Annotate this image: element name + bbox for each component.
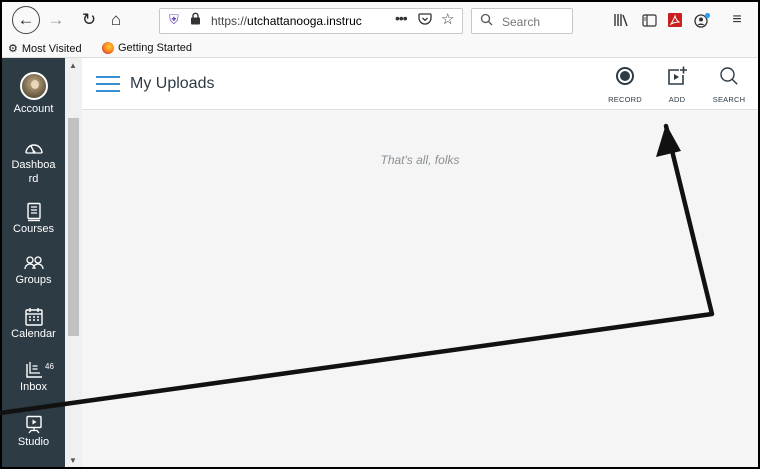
- nav-account[interactable]: Account: [2, 72, 65, 116]
- dashboard-icon: [24, 144, 43, 154]
- inbox-icon: [25, 362, 42, 378]
- bookmark-label: Most Visited: [21, 42, 82, 55]
- nav-studio[interactable]: Studio: [2, 415, 65, 449]
- browser-window: ← → ↻ ⌂ ⛨ https://utchattanooga.instruc …: [2, 2, 758, 467]
- lock-icon[interactable]: [190, 12, 201, 28]
- url-bar[interactable]: ⛨ https://utchattanooga.instruc ••• ☆: [159, 8, 463, 34]
- reload-icon[interactable]: ↻: [76, 7, 102, 33]
- page-title: My Uploads: [130, 75, 215, 92]
- nav-calendar[interactable]: Calendar: [2, 307, 65, 341]
- browser-toolbar: ← → ↻ ⌂ ⛨ https://utchattanooga.instruc …: [2, 2, 758, 40]
- scroll-down-icon[interactable]: ▼: [69, 456, 77, 465]
- library-icon[interactable]: [611, 10, 631, 30]
- inbox-count-badge: 46: [45, 362, 54, 371]
- shield-icon[interactable]: ⛨: [169, 12, 179, 28]
- studio-icon: [25, 415, 42, 434]
- record-button[interactable]: RECORD: [603, 66, 647, 104]
- hamburger-icon[interactable]: [96, 76, 120, 94]
- bookmark-getting-started[interactable]: Getting Started: [102, 42, 192, 54]
- groups-icon: [23, 256, 44, 270]
- back-arrow-icon[interactable]: ←: [12, 6, 40, 34]
- pocket-icon[interactable]: [418, 12, 432, 29]
- nav-scrollbar[interactable]: ▲ ▼: [65, 58, 82, 467]
- bookmark-most-visited[interactable]: ⚙ Most Visited: [8, 42, 82, 56]
- avatar: [19, 72, 48, 100]
- search-label: SEARCH: [712, 95, 746, 104]
- nav-courses[interactable]: Courses: [2, 202, 65, 236]
- ellipsis-icon[interactable]: •••: [395, 10, 408, 26]
- search-bar[interactable]: Search: [471, 8, 573, 34]
- record-label: RECORD: [608, 95, 642, 104]
- nav-label-account: Account: [13, 103, 54, 115]
- url-domain: utchattanooga.instruc: [247, 14, 362, 28]
- uploads-list: That's all, folks: [82, 111, 758, 467]
- bookmark-label: Getting Started: [118, 42, 192, 54]
- nav-dashboard[interactable]: Dashboa rd: [2, 138, 65, 186]
- url-text[interactable]: https://utchattanooga.instruc: [211, 14, 369, 28]
- nav-label-studio: Studio: [17, 436, 50, 448]
- empty-state-message: That's all, folks: [380, 153, 460, 167]
- calendar-icon: [24, 308, 43, 326]
- home-icon[interactable]: ⌂: [103, 7, 129, 33]
- scroll-up-icon[interactable]: ▲: [69, 61, 77, 70]
- hamburger-menu-icon[interactable]: ≡: [727, 10, 747, 30]
- nav-label-calendar: Calendar: [11, 328, 56, 340]
- account-icon[interactable]: [692, 10, 712, 30]
- pdf-icon[interactable]: [665, 10, 685, 30]
- record-icon: [616, 67, 634, 85]
- courses-icon: [26, 202, 41, 222]
- search-icon: [720, 67, 738, 85]
- search-bar-icon: [480, 13, 493, 29]
- star-icon[interactable]: ☆: [441, 10, 454, 28]
- scroll-thumb[interactable]: [68, 118, 79, 336]
- search-button[interactable]: SEARCH: [707, 66, 751, 104]
- page-header: My Uploads RECORD ADD SEARCH: [82, 58, 758, 110]
- nav-groups[interactable]: Groups: [2, 253, 65, 287]
- global-navigation: Account Dashboa rd Courses Groups Calend…: [2, 58, 65, 467]
- nav-label-dashboard: Dashboa rd: [11, 159, 56, 185]
- add-button[interactable]: ADD: [655, 66, 699, 104]
- nav-inbox[interactable]: 46 Inbox: [2, 360, 65, 394]
- gear-icon: ⚙: [8, 43, 18, 55]
- search-placeholder: Search: [502, 15, 541, 29]
- nav-label-inbox: Inbox: [20, 381, 47, 393]
- sidebar-icon[interactable]: [639, 10, 659, 30]
- add-media-icon: [668, 66, 687, 85]
- add-label: ADD: [668, 95, 686, 104]
- bookmarks-bar: ⚙ Most Visited Getting Started: [2, 40, 758, 58]
- forward-arrow-icon[interactable]: →: [43, 7, 69, 33]
- nav-label-groups: Groups: [15, 274, 52, 286]
- firefox-icon: [102, 42, 114, 54]
- nav-label-courses: Courses: [13, 223, 54, 235]
- url-prefix: https://: [211, 14, 248, 28]
